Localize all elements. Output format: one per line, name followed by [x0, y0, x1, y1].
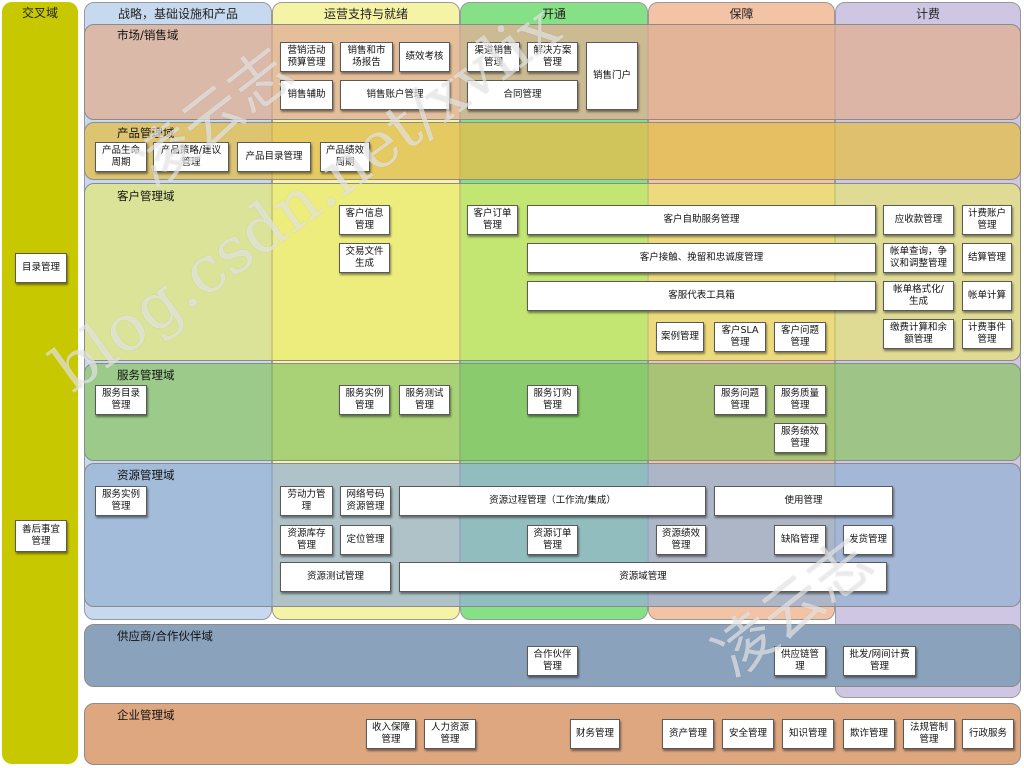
column-operations-title: 运营支持与就绪	[323, 7, 408, 21]
knowledge-management-box[interactable]: 知识管理	[782, 719, 834, 749]
receivables-box[interactable]: 应收款管理	[883, 205, 954, 235]
product-catalog-box[interactable]: 产品目录管理	[237, 142, 311, 172]
resource-domain-box[interactable]: 资源域管理	[399, 562, 887, 592]
contract-management-box[interactable]: 合同管理	[467, 80, 578, 110]
regulatory-management-box[interactable]: 法规管制 管理	[903, 719, 955, 749]
sales-assist-box[interactable]: 销售辅助	[280, 80, 333, 110]
sales-account-box[interactable]: 销售账户管理	[340, 80, 450, 110]
workforce-box[interactable]: 劳动力管 理	[280, 486, 333, 516]
column-billing-title: 计费	[915, 7, 940, 21]
revenue-assurance-box[interactable]: 收入保障 管理	[366, 719, 416, 749]
bill-inquiry-box[interactable]: 帐单查询，争 议和调整管理	[883, 243, 954, 273]
customer-selfservice-box[interactable]: 客户自助服务管理	[527, 205, 876, 235]
service-quality-box[interactable]: 服务质量 管理	[774, 385, 826, 415]
human-resources-box[interactable]: 人力资源 管理	[424, 719, 476, 749]
product-strategy-box[interactable]: 产品策略/建议 管理	[153, 142, 229, 172]
band-resource-title: 资源管理域	[117, 468, 175, 482]
security-management-box[interactable]: 安全管理	[722, 719, 774, 749]
fraud-management-box[interactable]: 欺诈管理	[843, 719, 895, 749]
supply-chain-box[interactable]: 供应链管 理	[774, 646, 826, 676]
customer-retention-box[interactable]: 客户接触、挽留和忠诚度管理	[527, 243, 876, 273]
column-assurance-title: 保障	[729, 7, 754, 21]
band-product-title: 产品管理域	[117, 126, 175, 140]
cross-domain-column: 交叉域	[2, 2, 78, 764]
resource-test-box[interactable]: 资源测试管理	[280, 562, 391, 592]
customer-problem-box[interactable]: 客户问题 管理	[774, 322, 826, 352]
partner-management-box[interactable]: 合作伙伴 管理	[527, 646, 578, 676]
defect-management-box[interactable]: 缺陷管理	[774, 525, 826, 555]
service-instance-box[interactable]: 服务实例 管理	[339, 385, 390, 415]
location-management-box[interactable]: 定位管理	[340, 525, 391, 555]
settlement-box[interactable]: 结算管理	[962, 243, 1012, 273]
finance-management-box[interactable]: 财务管理	[570, 719, 620, 749]
service-problem-box[interactable]: 服务问题 管理	[714, 385, 766, 415]
band-customer-title: 客户管理域	[117, 189, 175, 203]
service-performance-box[interactable]: 服务绩效 管理	[774, 423, 826, 453]
service-test-box[interactable]: 服务测试 管理	[399, 385, 450, 415]
resource-process-box[interactable]: 资源过程管理（工作流/集成）	[399, 486, 706, 516]
shipping-management-box[interactable]: 发货管理	[843, 525, 893, 555]
resource-inventory-box[interactable]: 资源库存 管理	[280, 525, 333, 555]
band-service-title: 服务管理域	[117, 368, 175, 382]
marketing-budget-box[interactable]: 营销活动 预算管理	[280, 42, 333, 72]
column-strategy-title: 战略，基础设施和产品	[117, 7, 238, 21]
channel-sales-box[interactable]: 渠道销售 管理	[467, 42, 520, 72]
product-performance-box[interactable]: 产品绩效 周期	[320, 142, 370, 172]
customer-info-box[interactable]: 客户信息 管理	[339, 205, 390, 235]
product-lifecycle-box[interactable]: 产品生命 周期	[95, 142, 147, 172]
solution-management-box[interactable]: 解决方案 管理	[527, 42, 578, 72]
transaction-doc-box[interactable]: 交易文件 生成	[339, 243, 390, 273]
balance-calc-box[interactable]: 缴费计算和余 额管理	[883, 319, 954, 349]
aftercare-management-box[interactable]: 善后事宜 管理	[15, 520, 67, 552]
resource-performance-box[interactable]: 资源绩效 管理	[656, 525, 706, 555]
service-catalog-box[interactable]: 服务目录 管理	[95, 385, 147, 415]
number-resource-box[interactable]: 网络号码 资源管理	[340, 486, 391, 516]
resource-service-instance-box[interactable]: 服务实例 管理	[95, 486, 147, 516]
service-order-box[interactable]: 服务订购 管理	[527, 385, 578, 415]
admin-services-box[interactable]: 行政服务	[962, 719, 1014, 749]
wholesale-billing-box[interactable]: 批发/网间计费 管理	[843, 646, 916, 676]
resource-order-box[interactable]: 资源订单 管理	[527, 525, 578, 555]
sales-report-box[interactable]: 销售和市 场报告	[340, 42, 393, 72]
bill-format-box[interactable]: 帐单格式化/ 生成	[883, 281, 954, 311]
performance-review-box[interactable]: 绩效考核	[399, 42, 450, 72]
customer-sla-box[interactable]: 客户SLA 管理	[714, 322, 766, 352]
band-enterprise-title: 企业管理域	[117, 708, 175, 722]
csr-toolbox-box[interactable]: 客服代表工具箱	[527, 281, 876, 311]
case-management-box[interactable]: 案例管理	[656, 322, 704, 352]
billing-event-box[interactable]: 计费事件 管理	[962, 319, 1012, 349]
customer-order-box[interactable]: 客户订单 管理	[467, 205, 518, 235]
bill-calculation-box[interactable]: 帐单计算	[962, 281, 1012, 311]
billing-account-box[interactable]: 计费账户 管理	[962, 205, 1012, 235]
catalog-management-box[interactable]: 目录管理	[15, 253, 67, 283]
column-fulfillment-title: 开通	[541, 7, 566, 21]
asset-management-box[interactable]: 资产管理	[662, 719, 714, 749]
band-market-title: 市场/销售域	[117, 28, 179, 42]
usage-management-box[interactable]: 使用管理	[714, 486, 893, 516]
band-supplier-title: 供应商/合作伙伴域	[117, 629, 213, 643]
sales-portal-box[interactable]: 销售门户	[586, 42, 638, 110]
cross-domain-title: 交叉域	[21, 6, 58, 20]
